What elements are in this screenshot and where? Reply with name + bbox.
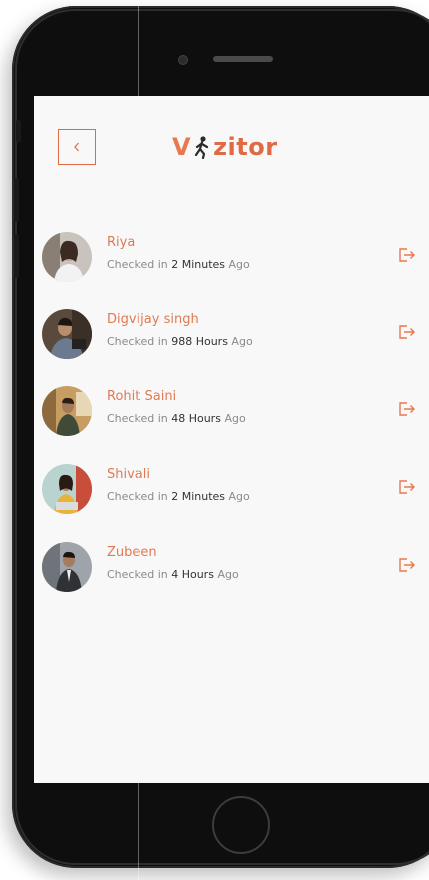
avatar <box>42 542 92 592</box>
checkin-suffix: Ago <box>225 490 250 503</box>
visitor-row[interactable]: Digvijay singh Checked in 988 Hours Ago <box>34 307 429 361</box>
avatar <box>42 464 92 514</box>
chevron-left-icon <box>74 142 79 152</box>
checkout-icon[interactable] <box>398 324 416 340</box>
checkin-prefix: Checked in <box>107 490 172 503</box>
checkin-suffix: Ago <box>220 412 246 425</box>
checkout-icon[interactable] <box>398 401 416 417</box>
visitor-name: Shivali <box>107 467 150 482</box>
side-button-volume-up <box>14 178 19 222</box>
device-mockup: V zitor Riya Checked in 2 Minutes Ago Di… <box>0 0 429 880</box>
app-screen: V zitor Riya Checked in 2 Minutes Ago Di… <box>34 96 429 783</box>
avatar <box>42 386 92 436</box>
checkin-duration: 4 Hours <box>171 568 214 581</box>
logo-letter-v: V <box>172 133 192 161</box>
checkin-status: Checked in 2 Minutes Ago <box>107 490 250 503</box>
visitor-row[interactable]: Zubeen Checked in 4 Hours Ago <box>34 540 429 594</box>
checkin-status: Checked in 988 Hours Ago <box>107 335 253 348</box>
checkin-prefix: Checked in <box>107 412 172 425</box>
checkin-duration: 2 Minutes <box>171 490 226 503</box>
checkin-status: Checked in 4 Hours Ago <box>107 568 239 581</box>
checkin-prefix: Checked in <box>107 568 172 581</box>
checkout-icon[interactable] <box>398 557 416 573</box>
visitor-name: Zubeen <box>107 545 157 560</box>
visitor-row[interactable]: Riya Checked in 2 Minutes Ago <box>34 230 429 284</box>
avatar <box>42 232 92 282</box>
visitor-row[interactable]: Shivali Checked in 2 Minutes Ago <box>34 462 429 516</box>
checkout-icon[interactable] <box>398 479 416 495</box>
checkin-prefix: Checked in <box>107 258 172 271</box>
checkin-suffix: Ago <box>227 335 253 348</box>
checkin-suffix: Ago <box>225 258 250 271</box>
checkin-prefix: Checked in <box>107 335 172 348</box>
visitor-row[interactable]: Rohit Saini Checked in 48 Hours Ago <box>34 384 429 438</box>
side-button-silent <box>16 120 21 142</box>
visitor-name: Digvijay singh <box>107 312 199 327</box>
avatar <box>42 309 92 359</box>
checkin-duration: 48 Hours <box>171 412 221 425</box>
visitor-name: Rohit Saini <box>107 389 177 404</box>
home-button[interactable] <box>212 796 270 854</box>
app-logo: V zitor <box>172 129 278 165</box>
guide-line <box>138 0 139 880</box>
checkout-icon[interactable] <box>398 247 416 263</box>
front-camera <box>178 55 188 65</box>
checkin-duration: 2 Minutes <box>171 258 226 271</box>
checkin-duration: 988 Hours <box>171 335 228 348</box>
visitor-name: Riya <box>107 235 136 250</box>
checkin-status: Checked in 2 Minutes Ago <box>107 258 250 271</box>
side-button-volume-down <box>14 234 19 278</box>
speaker-grille <box>213 56 273 62</box>
logo-text: zitor <box>213 133 278 161</box>
walking-person-icon <box>194 136 209 159</box>
back-button[interactable] <box>58 129 96 165</box>
checkin-suffix: Ago <box>213 568 239 581</box>
checkin-status: Checked in 48 Hours Ago <box>107 412 246 425</box>
